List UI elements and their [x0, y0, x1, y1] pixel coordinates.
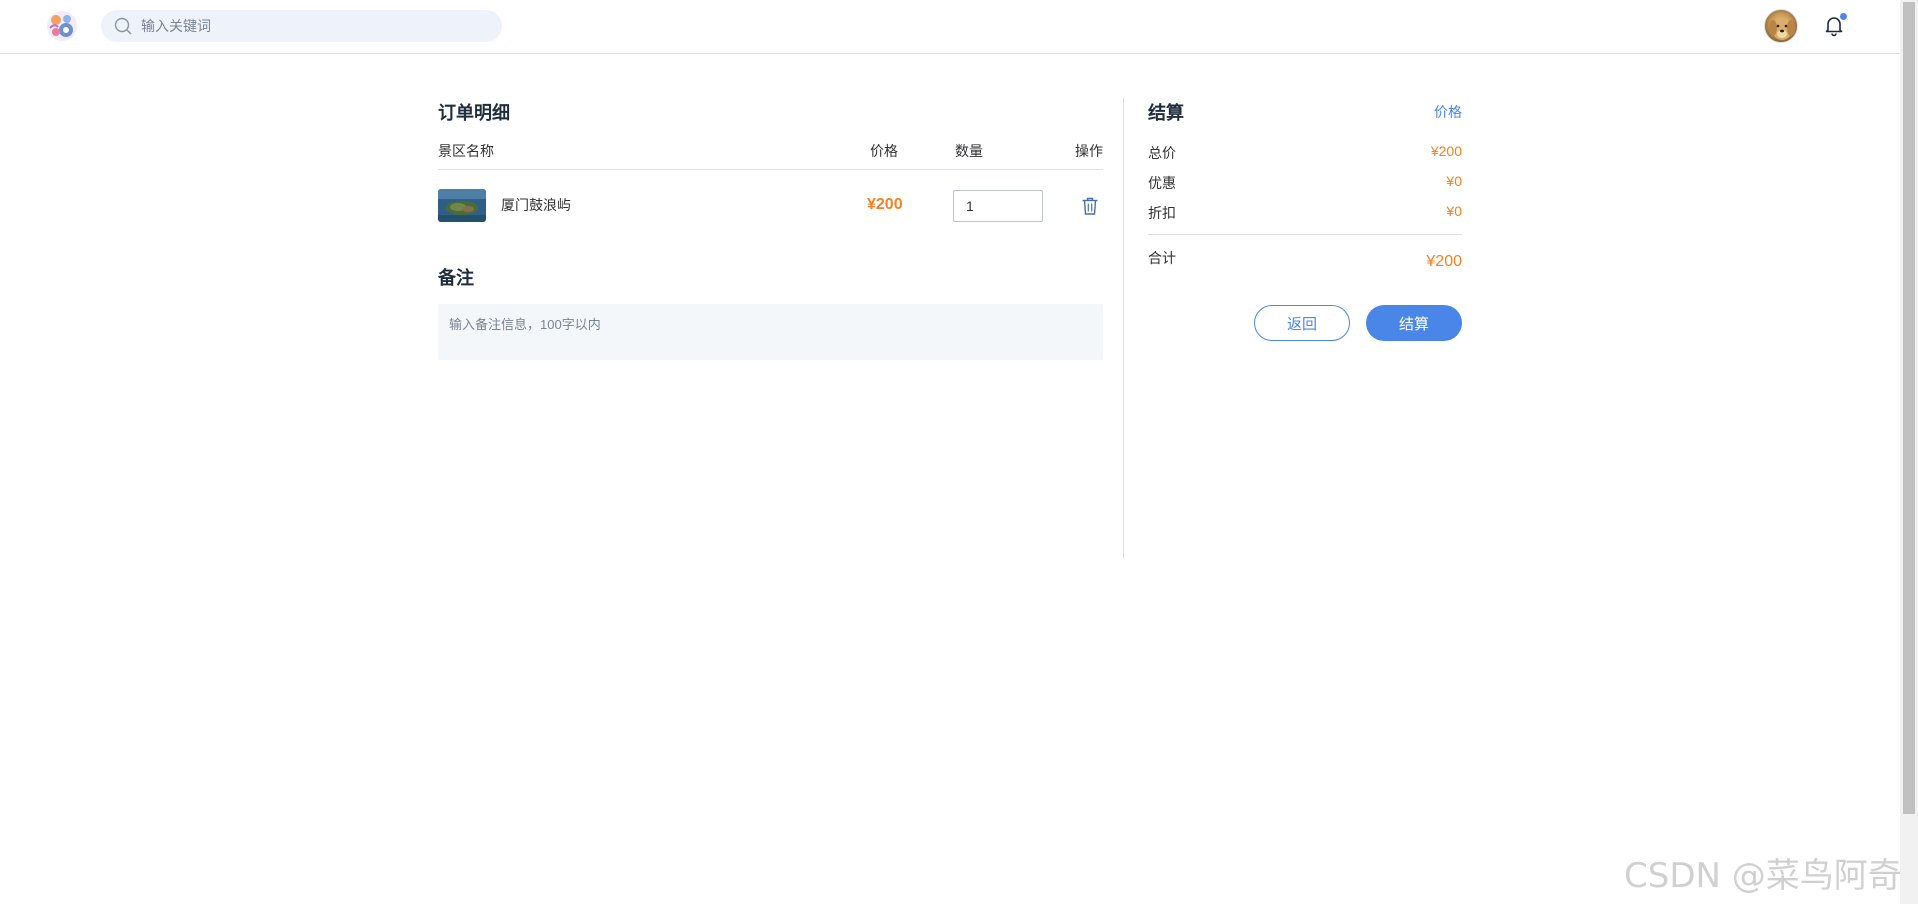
column-header-name: 景区名称 [438, 143, 494, 159]
checkout-button[interactable]: 结算 [1366, 305, 1462, 341]
quantity-input[interactable] [953, 190, 1043, 222]
scenic-thumbnail[interactable] [438, 189, 486, 222]
remark-title: 备注 [438, 268, 474, 288]
column-header-action: 操作 [1075, 143, 1103, 159]
trash-icon[interactable] [1080, 196, 1100, 216]
rebate-value: ¥0 [1446, 203, 1462, 219]
dog-avatar-icon [1769, 18, 1795, 40]
column-divider [1123, 98, 1124, 558]
search-input[interactable] [139, 17, 479, 35]
summary-divider [1148, 234, 1462, 235]
watermark: CSDN @菜鸟阿奇 [1624, 856, 1902, 896]
subtotal-value: ¥200 [1430, 143, 1462, 159]
total-value: ¥200 [1426, 253, 1462, 270]
checkout-title: 结算 [1148, 103, 1184, 123]
item-price: ¥200 [867, 196, 903, 213]
rebate-label: 折扣 [1148, 205, 1176, 221]
back-button[interactable]: 返回 [1254, 305, 1350, 341]
header-divider [438, 169, 1103, 170]
order-title: 订单明细 [438, 103, 510, 123]
discount-value: ¥0 [1446, 173, 1462, 189]
search-bar[interactable] [101, 10, 502, 42]
subtotal-label: 总价 [1148, 145, 1176, 161]
discount-label: 优惠 [1148, 175, 1176, 191]
column-header-quantity: 数量 [955, 143, 983, 159]
total-label: 合计 [1148, 250, 1176, 266]
column-header-price: 价格 [870, 143, 898, 159]
logo-icon[interactable] [44, 8, 80, 44]
avatar[interactable] [1764, 9, 1798, 43]
scenic-name[interactable]: 厦门鼓浪屿 [501, 195, 571, 215]
price-link[interactable]: 价格 [1434, 102, 1462, 122]
vertical-scrollbar[interactable] [1900, 0, 1918, 904]
search-icon [114, 17, 132, 35]
remark-textarea[interactable] [438, 304, 1103, 360]
scrollbar-thumb[interactable] [1903, 2, 1915, 814]
notification-dot [1840, 13, 1847, 20]
top-header [0, 0, 1900, 54]
